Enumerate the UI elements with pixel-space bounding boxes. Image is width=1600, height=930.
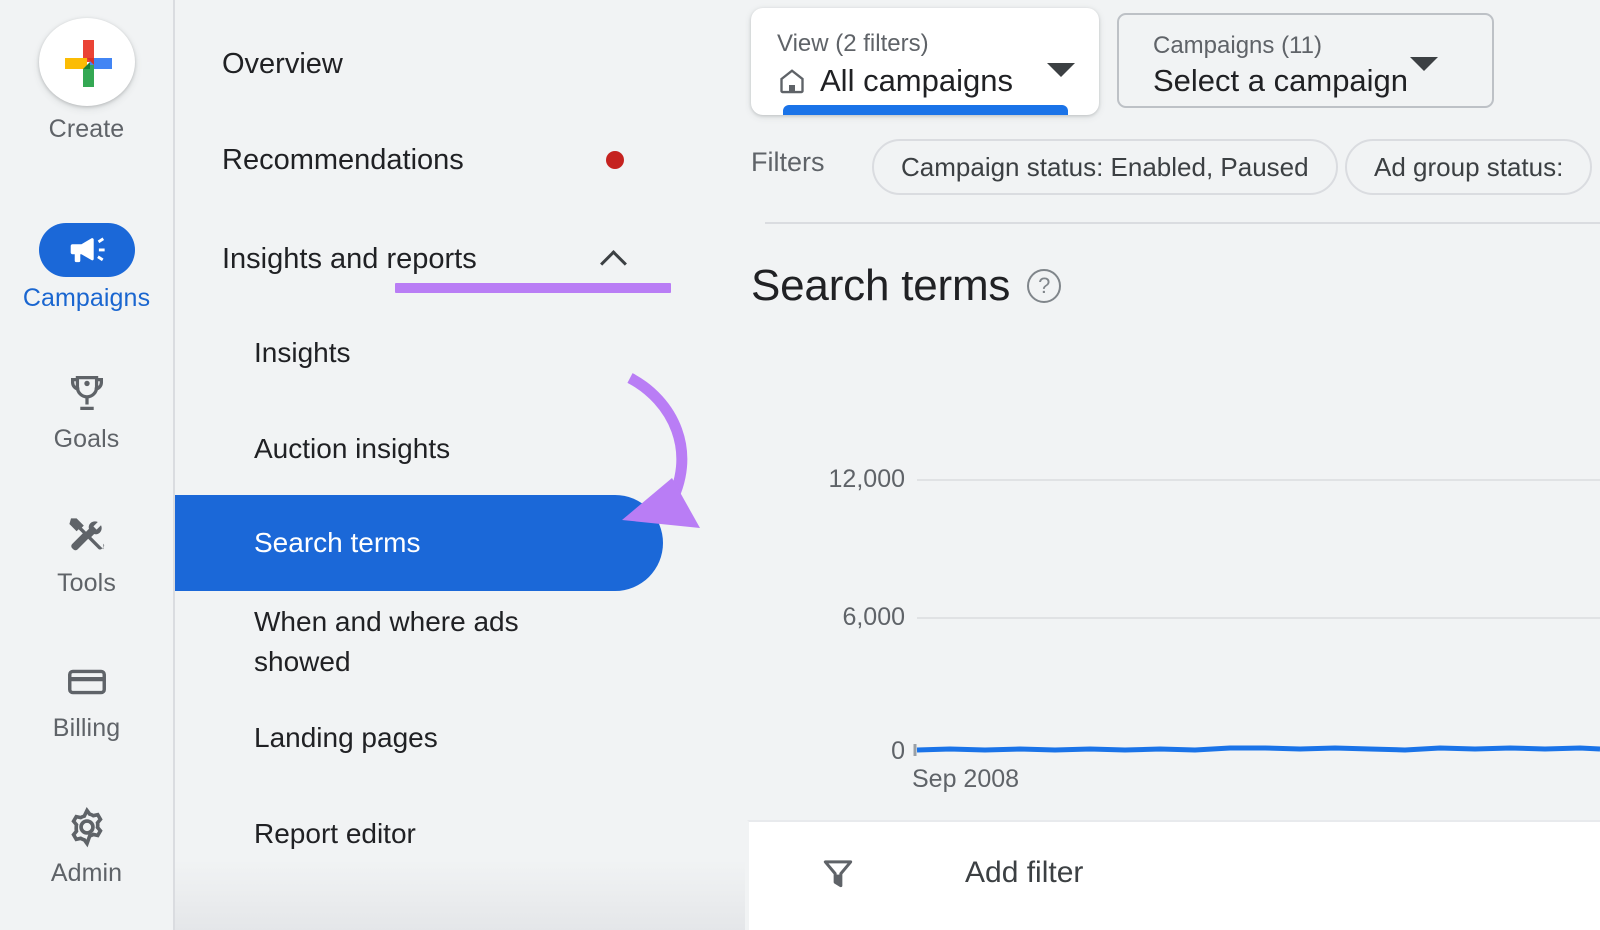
rail-item-billing-label: Billing [53, 713, 120, 743]
rail-item-tools-label: Tools [57, 568, 116, 598]
nav-item-overview[interactable]: Overview [175, 42, 745, 86]
view-selector[interactable]: View (2 filters) All campaigns [751, 8, 1099, 115]
rail-item-create[interactable]: Create [0, 18, 173, 144]
chart-series-line [905, 400, 1600, 800]
recommendations-alert-dot [606, 151, 624, 169]
campaign-selector-value: Select a campaign [1153, 63, 1408, 99]
table-toolbar: Add filter [747, 820, 1600, 930]
credit-card-icon [64, 659, 110, 705]
gear-icon [64, 804, 110, 850]
rail-item-billing[interactable]: Billing [0, 655, 173, 743]
campaign-selector-label: Campaigns (11) [1153, 32, 1322, 60]
impressions-over-time-chart: 12,000 6,000 0 Sep 2008 [745, 400, 1600, 800]
funnel-icon [819, 854, 857, 892]
tools-icon [63, 513, 111, 561]
filter-chip-ad-group-status-label: Ad group status: [1374, 152, 1563, 182]
nav-item-insights-label: Insights [254, 336, 351, 370]
chevron-up-icon[interactable] [600, 244, 630, 274]
filter-chip-campaign-status[interactable]: Campaign status: Enabled, Paused [872, 139, 1338, 195]
annotation-underline-insights-and-reports [395, 283, 671, 293]
nav-item-auction-insights-label: Auction insights [254, 432, 450, 466]
nav-item-when-and-where-ads-showed[interactable]: When and where ads showed [175, 602, 745, 682]
rail-item-create-label: Create [49, 114, 125, 144]
admin-icon-wrap[interactable] [39, 800, 135, 854]
campaign-selector-chevron-down-icon[interactable] [1410, 57, 1438, 71]
chart-ytick-12000: 12,000 [829, 465, 905, 494]
rail-item-goals[interactable]: Goals [0, 366, 173, 454]
google-ads-app-window: Create Campaigns Goals [0, 0, 1600, 930]
goals-icon-wrap[interactable] [39, 366, 135, 420]
filters-label: Filters [751, 146, 825, 178]
nav-item-search-terms-label: Search terms [254, 526, 421, 560]
nav-bottom-fade [175, 860, 745, 930]
filter-chip-campaign-status-label: Campaign status: Enabled, Paused [901, 152, 1309, 182]
rail-item-tools[interactable]: Tools [0, 510, 173, 598]
chart-y-axis: 12,000 6,000 0 [745, 400, 905, 800]
rail-item-admin[interactable]: Admin [0, 800, 173, 888]
nav-item-search-terms[interactable]: Search terms [175, 521, 745, 565]
view-selector-label: View (2 filters) [777, 30, 929, 58]
nav-item-insights[interactable]: Insights [175, 331, 745, 375]
view-selector-value: All campaigns [820, 63, 1013, 99]
section-nav-panel: Overview Recommendations Insights and re… [175, 0, 745, 930]
filter-chip-ad-group-status[interactable]: Ad group status: [1345, 139, 1592, 195]
trophy-icon [64, 370, 110, 416]
create-button-circle[interactable] [39, 18, 135, 106]
chart-ytick-0: 0 [891, 737, 905, 766]
billing-icon-wrap[interactable] [39, 655, 135, 709]
chart-ytick-6000: 6,000 [842, 603, 905, 632]
primary-icon-rail: Create Campaigns Goals [0, 0, 173, 930]
campaigns-active-pill[interactable] [39, 223, 135, 277]
nav-item-report-editor[interactable]: Report editor [175, 812, 745, 856]
view-selector-chevron-down-icon[interactable] [1047, 63, 1075, 77]
tools-icon-wrap[interactable] [39, 510, 135, 564]
main-content-area: View (2 filters) All campaigns Campaigns… [745, 0, 1600, 930]
nav-item-when-and-where-ads-showed-label: When and where ads showed [254, 602, 519, 682]
view-selector-active-indicator [783, 105, 1068, 115]
nav-item-landing-pages-label: Landing pages [254, 721, 438, 755]
rail-item-admin-label: Admin [51, 858, 122, 888]
filters-divider [765, 222, 1600, 224]
nav-item-recommendations-label: Recommendations [222, 143, 464, 177]
nav-item-insights-and-reports-label: Insights and reports [222, 242, 477, 276]
nav-item-recommendations[interactable]: Recommendations [175, 138, 745, 182]
megaphone-icon [64, 227, 110, 273]
add-filter-button[interactable]: Add filter [819, 854, 1083, 892]
view-selector-value-row: All campaigns [777, 63, 1013, 99]
rail-item-campaigns[interactable]: Campaigns [0, 223, 173, 313]
nav-item-insights-and-reports[interactable]: Insights and reports [175, 237, 745, 281]
add-filter-label: Add filter [965, 855, 1083, 891]
chart-xtick-sep-2008: Sep 2008 [912, 765, 1019, 794]
campaign-selector[interactable]: Campaigns (11) Select a campaign [1117, 13, 1494, 108]
page-title-row: Search terms ? [751, 260, 1061, 312]
google-plus-create-icon [56, 31, 118, 93]
nav-item-report-editor-label: Report editor [254, 817, 416, 851]
help-circle-icon[interactable]: ? [1027, 269, 1061, 303]
nav-item-overview-label: Overview [222, 47, 343, 81]
rail-item-goals-label: Goals [54, 424, 120, 454]
page-title: Search terms [751, 260, 1010, 312]
nav-item-landing-pages[interactable]: Landing pages [175, 716, 745, 760]
rail-item-campaigns-label: Campaigns [23, 283, 150, 313]
nav-item-auction-insights[interactable]: Auction insights [175, 427, 745, 471]
home-icon [777, 66, 807, 96]
